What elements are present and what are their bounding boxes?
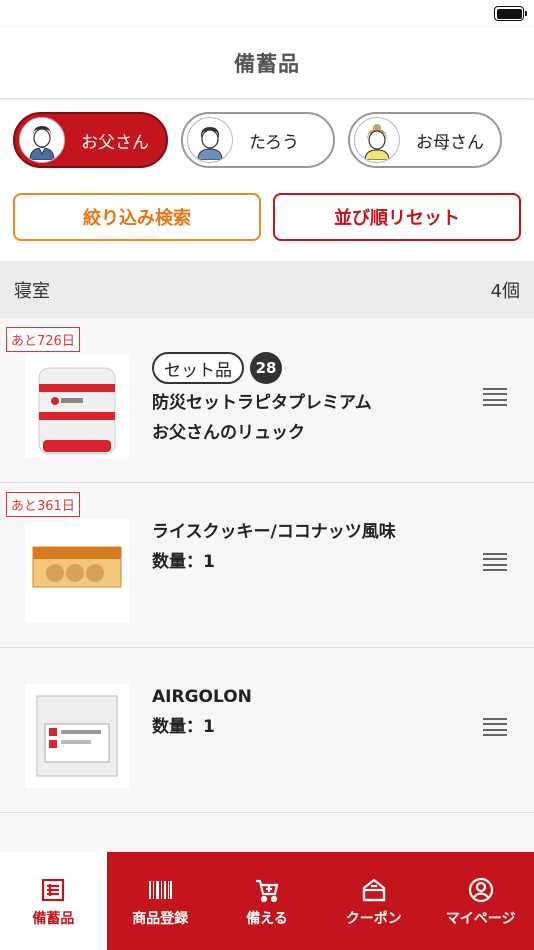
coupon-icon <box>362 878 385 902</box>
nav-header: 備蓄品 <box>0 28 534 98</box>
tab-label: 備蓄品 <box>32 911 75 927</box>
section-count: 4個 <box>490 280 520 302</box>
bottom-tab-bar: 備蓄品 商品登録 備える クーポン マイページ <box>0 852 534 950</box>
member-name: たろう <box>249 132 299 153</box>
filter-search-button[interactable]: 絞り込み検索 <box>13 193 261 241</box>
member-name: お父さん <box>81 132 149 153</box>
drag-handle-icon[interactable] <box>483 388 507 406</box>
member-chip-mother[interactable]: お母さん <box>348 112 502 168</box>
drag-handle-icon[interactable] <box>483 553 507 571</box>
mother-avatar-icon <box>354 117 400 163</box>
cart-icon <box>255 879 279 903</box>
product-name: AIRGOLON <box>152 687 252 707</box>
tab-mypage[interactable]: マイページ <box>427 852 534 950</box>
tab-coupon[interactable]: クーポン <box>320 852 427 950</box>
product-thumbnail <box>25 354 129 458</box>
page-title: 備蓄品 <box>234 52 300 76</box>
tab-stockpile[interactable]: 備蓄品 <box>0 852 107 950</box>
set-count-badge: 28 <box>250 352 282 384</box>
member-selector: お父さん たろう お母さん <box>0 98 534 183</box>
boy-avatar-icon <box>187 117 233 163</box>
set-tag: セット品 <box>152 352 244 384</box>
tab-label: クーポン <box>345 911 402 927</box>
member-chip-taro[interactable]: たろう <box>181 112 335 168</box>
father-avatar-icon <box>19 117 65 163</box>
tab-register[interactable]: 商品登録 <box>107 852 214 950</box>
reset-order-button[interactable]: 並び順リセット <box>273 193 521 241</box>
drag-handle-icon[interactable] <box>483 718 507 736</box>
product-quantity: 数量：1 <box>152 717 215 737</box>
item-info: セット品 28 防災セットラピタプレミアム お父さんのリュック <box>152 352 372 448</box>
expiry-badge: あと361日 <box>6 492 80 517</box>
product-name: 防災セットラピタプレミアム <box>152 393 372 413</box>
item-info: AIRGOLON 数量：1 <box>152 682 252 742</box>
tab-label: マイページ <box>445 911 516 927</box>
product-thumbnail <box>25 684 129 788</box>
member-chip-father[interactable]: お父さん <box>13 112 168 168</box>
filter-row: 絞り込み検索 並び順リセット <box>0 183 534 261</box>
barcode-icon <box>149 881 173 899</box>
product-subtitle: お父さんのリュック <box>152 423 305 443</box>
status-bar <box>0 0 534 28</box>
tab-label: 備える <box>246 911 288 927</box>
product-thumbnail <box>25 519 129 623</box>
tab-label: 商品登録 <box>132 911 189 927</box>
list-icon <box>42 878 65 902</box>
section-name: 寝室 <box>14 280 50 302</box>
item-info: ライスクッキー/ココナッツ風味 数量：1 <box>152 517 396 577</box>
list-item[interactable]: AIRGOLON 数量：1 <box>0 648 534 813</box>
product-quantity: 数量：1 <box>152 552 215 572</box>
list-item[interactable]: あと361日 ライスクッキー/ココナッツ風味 数量：1 <box>0 483 534 648</box>
section-header: 寝室 4個 <box>0 261 534 318</box>
user-icon <box>468 877 493 903</box>
expiry-badge: あと726日 <box>6 327 80 352</box>
product-name: ライスクッキー/ココナッツ風味 <box>152 522 396 542</box>
battery-icon <box>494 6 527 21</box>
list-item[interactable]: あと726日 セット品 28 防災セットラピタプレミアム お父さんのリュック <box>0 318 534 483</box>
tab-prepare[interactable]: 備える <box>214 852 321 950</box>
member-name: お母さん <box>416 132 484 153</box>
